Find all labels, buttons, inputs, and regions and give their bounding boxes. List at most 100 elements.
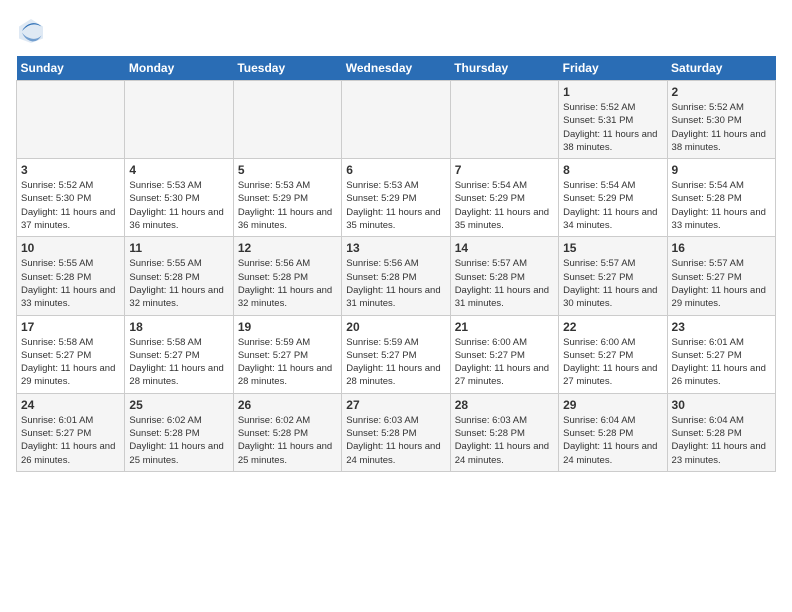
day-info: Sunrise: 5:58 AM Sunset: 5:27 PM Dayligh…	[129, 336, 228, 389]
calendar-cell: 23 Sunrise: 6:01 AM Sunset: 5:27 PM Dayli…	[667, 315, 775, 393]
calendar-cell: 28 Sunrise: 6:03 AM Sunset: 5:28 PM Dayli…	[450, 393, 558, 471]
logo-icon	[16, 16, 46, 46]
day-number: 6	[346, 163, 445, 177]
calendar-cell: 22Sunrise: 6:00 AM Sunset: 5:27 PM Dayli…	[559, 315, 667, 393]
day-number: 23	[672, 320, 771, 334]
day-info: Sunrise: 5:54 AM Sunset: 5:28 PM Dayligh…	[672, 179, 771, 232]
calendar-cell	[342, 81, 450, 159]
weekday-header-saturday: Saturday	[667, 56, 775, 81]
day-number: 1	[563, 85, 662, 99]
day-number: 10	[21, 241, 120, 255]
page-header	[16, 16, 776, 46]
day-info: Sunrise: 6:02 AM Sunset: 5:28 PM Dayligh…	[129, 414, 228, 467]
calendar-cell: 8 Sunrise: 5:54 AM Sunset: 5:29 PM Daylig…	[559, 159, 667, 237]
day-number: 30	[672, 398, 771, 412]
calendar-cell: 30 Sunrise: 6:04 AM Sunset: 5:28 PM Dayli…	[667, 393, 775, 471]
calendar-cell: 7 Sunrise: 5:54 AM Sunset: 5:29 PM Daylig…	[450, 159, 558, 237]
day-number: 17	[21, 320, 120, 334]
day-number: 24	[21, 398, 120, 412]
day-info: Sunrise: 5:57 AM Sunset: 5:27 PM Dayligh…	[563, 257, 662, 310]
calendar-cell: 11 Sunrise: 5:55 AM Sunset: 5:28 PM Dayli…	[125, 237, 233, 315]
weekday-header-tuesday: Tuesday	[233, 56, 341, 81]
day-info: Sunrise: 5:54 AM Sunset: 5:29 PM Dayligh…	[563, 179, 662, 232]
day-number: 11	[129, 241, 228, 255]
calendar-cell: 14 Sunrise: 5:57 AM Sunset: 5:28 PM Dayli…	[450, 237, 558, 315]
day-info: Sunrise: 5:57 AM Sunset: 5:28 PM Dayligh…	[455, 257, 554, 310]
day-number: 29	[563, 398, 662, 412]
calendar-cell: 10 Sunrise: 5:55 AM Sunset: 5:28 PM Dayli…	[17, 237, 125, 315]
calendar-cell: 26 Sunrise: 6:02 AM Sunset: 5:28 PM Dayli…	[233, 393, 341, 471]
day-info: Sunrise: 5:56 AM Sunset: 5:28 PM Dayligh…	[238, 257, 337, 310]
calendar-cell: 12Sunrise: 5:56 AM Sunset: 5:28 PM Dayli…	[233, 237, 341, 315]
calendar-cell: 29 Sunrise: 6:04 AM Sunset: 5:28 PM Dayli…	[559, 393, 667, 471]
day-number: 9	[672, 163, 771, 177]
day-info: Sunrise: 5:52 AM Sunset: 5:31 PM Dayligh…	[563, 101, 662, 154]
day-info: Sunrise: 6:03 AM Sunset: 5:28 PM Dayligh…	[346, 414, 445, 467]
weekday-header-row: SundayMondayTuesdayWednesdayThursdayFrid…	[17, 56, 776, 81]
day-info: Sunrise: 6:01 AM Sunset: 5:27 PM Dayligh…	[672, 336, 771, 389]
day-number: 2	[672, 85, 771, 99]
day-number: 14	[455, 241, 554, 255]
calendar-week-row: 3Sunrise: 5:52 AM Sunset: 5:30 PM Daylig…	[17, 159, 776, 237]
day-info: Sunrise: 6:02 AM Sunset: 5:28 PM Dayligh…	[238, 414, 337, 467]
day-info: Sunrise: 5:52 AM Sunset: 5:30 PM Dayligh…	[21, 179, 120, 232]
day-number: 13	[346, 241, 445, 255]
calendar-cell: 1 Sunrise: 5:52 AM Sunset: 5:31 PM Daylig…	[559, 81, 667, 159]
day-info: Sunrise: 5:55 AM Sunset: 5:28 PM Dayligh…	[21, 257, 120, 310]
day-info: Sunrise: 6:00 AM Sunset: 5:27 PM Dayligh…	[455, 336, 554, 389]
calendar-cell: 16 Sunrise: 5:57 AM Sunset: 5:27 PM Dayli…	[667, 237, 775, 315]
day-info: Sunrise: 6:04 AM Sunset: 5:28 PM Dayligh…	[672, 414, 771, 467]
calendar-cell	[125, 81, 233, 159]
calendar-cell: 13 Sunrise: 5:56 AM Sunset: 5:28 PM Dayli…	[342, 237, 450, 315]
calendar-cell: 19 Sunrise: 5:59 AM Sunset: 5:27 PM Dayli…	[233, 315, 341, 393]
calendar-cell: 24 Sunrise: 6:01 AM Sunset: 5:27 PM Dayli…	[17, 393, 125, 471]
day-info: Sunrise: 5:52 AM Sunset: 5:30 PM Dayligh…	[672, 101, 771, 154]
calendar-table: SundayMondayTuesdayWednesdayThursdayFrid…	[16, 56, 776, 472]
calendar-cell: 6 Sunrise: 5:53 AM Sunset: 5:29 PM Daylig…	[342, 159, 450, 237]
day-number: 27	[346, 398, 445, 412]
calendar-week-row: 17 Sunrise: 5:58 AM Sunset: 5:27 PM Dayli…	[17, 315, 776, 393]
day-info: Sunrise: 5:55 AM Sunset: 5:28 PM Dayligh…	[129, 257, 228, 310]
calendar-week-row: 24 Sunrise: 6:01 AM Sunset: 5:27 PM Dayli…	[17, 393, 776, 471]
calendar-cell	[450, 81, 558, 159]
day-number: 8	[563, 163, 662, 177]
day-number: 5	[238, 163, 337, 177]
calendar-cell: 18 Sunrise: 5:58 AM Sunset: 5:27 PM Dayli…	[125, 315, 233, 393]
day-info: Sunrise: 5:53 AM Sunset: 5:30 PM Dayligh…	[129, 179, 228, 232]
day-number: 18	[129, 320, 228, 334]
day-info: Sunrise: 5:56 AM Sunset: 5:28 PM Dayligh…	[346, 257, 445, 310]
day-info: Sunrise: 6:03 AM Sunset: 5:28 PM Dayligh…	[455, 414, 554, 467]
day-info: Sunrise: 5:59 AM Sunset: 5:27 PM Dayligh…	[346, 336, 445, 389]
calendar-cell: 27 Sunrise: 6:03 AM Sunset: 5:28 PM Dayli…	[342, 393, 450, 471]
calendar-cell: 5 Sunrise: 5:53 AM Sunset: 5:29 PM Daylig…	[233, 159, 341, 237]
calendar-week-row: 10 Sunrise: 5:55 AM Sunset: 5:28 PM Dayli…	[17, 237, 776, 315]
logo	[16, 16, 50, 46]
day-number: 20	[346, 320, 445, 334]
weekday-header-sunday: Sunday	[17, 56, 125, 81]
calendar-cell: 25 Sunrise: 6:02 AM Sunset: 5:28 PM Dayli…	[125, 393, 233, 471]
weekday-header-wednesday: Wednesday	[342, 56, 450, 81]
day-number: 7	[455, 163, 554, 177]
day-number: 19	[238, 320, 337, 334]
day-info: Sunrise: 6:01 AM Sunset: 5:27 PM Dayligh…	[21, 414, 120, 467]
calendar-cell: 21 Sunrise: 6:00 AM Sunset: 5:27 PM Dayli…	[450, 315, 558, 393]
day-info: Sunrise: 5:58 AM Sunset: 5:27 PM Dayligh…	[21, 336, 120, 389]
calendar-cell: 17 Sunrise: 5:58 AM Sunset: 5:27 PM Dayli…	[17, 315, 125, 393]
day-number: 4	[129, 163, 228, 177]
day-info: Sunrise: 5:57 AM Sunset: 5:27 PM Dayligh…	[672, 257, 771, 310]
day-number: 26	[238, 398, 337, 412]
day-number: 16	[672, 241, 771, 255]
day-number: 28	[455, 398, 554, 412]
weekday-header-thursday: Thursday	[450, 56, 558, 81]
day-info: Sunrise: 5:53 AM Sunset: 5:29 PM Dayligh…	[346, 179, 445, 232]
calendar-cell: 15Sunrise: 5:57 AM Sunset: 5:27 PM Dayli…	[559, 237, 667, 315]
day-info: Sunrise: 5:54 AM Sunset: 5:29 PM Dayligh…	[455, 179, 554, 232]
weekday-header-monday: Monday	[125, 56, 233, 81]
day-number: 21	[455, 320, 554, 334]
day-info: Sunrise: 6:04 AM Sunset: 5:28 PM Dayligh…	[563, 414, 662, 467]
day-number: 25	[129, 398, 228, 412]
day-info: Sunrise: 5:59 AM Sunset: 5:27 PM Dayligh…	[238, 336, 337, 389]
calendar-cell: 2 Sunrise: 5:52 AM Sunset: 5:30 PM Daylig…	[667, 81, 775, 159]
day-info: Sunrise: 5:53 AM Sunset: 5:29 PM Dayligh…	[238, 179, 337, 232]
calendar-cell: 9 Sunrise: 5:54 AM Sunset: 5:28 PM Daylig…	[667, 159, 775, 237]
